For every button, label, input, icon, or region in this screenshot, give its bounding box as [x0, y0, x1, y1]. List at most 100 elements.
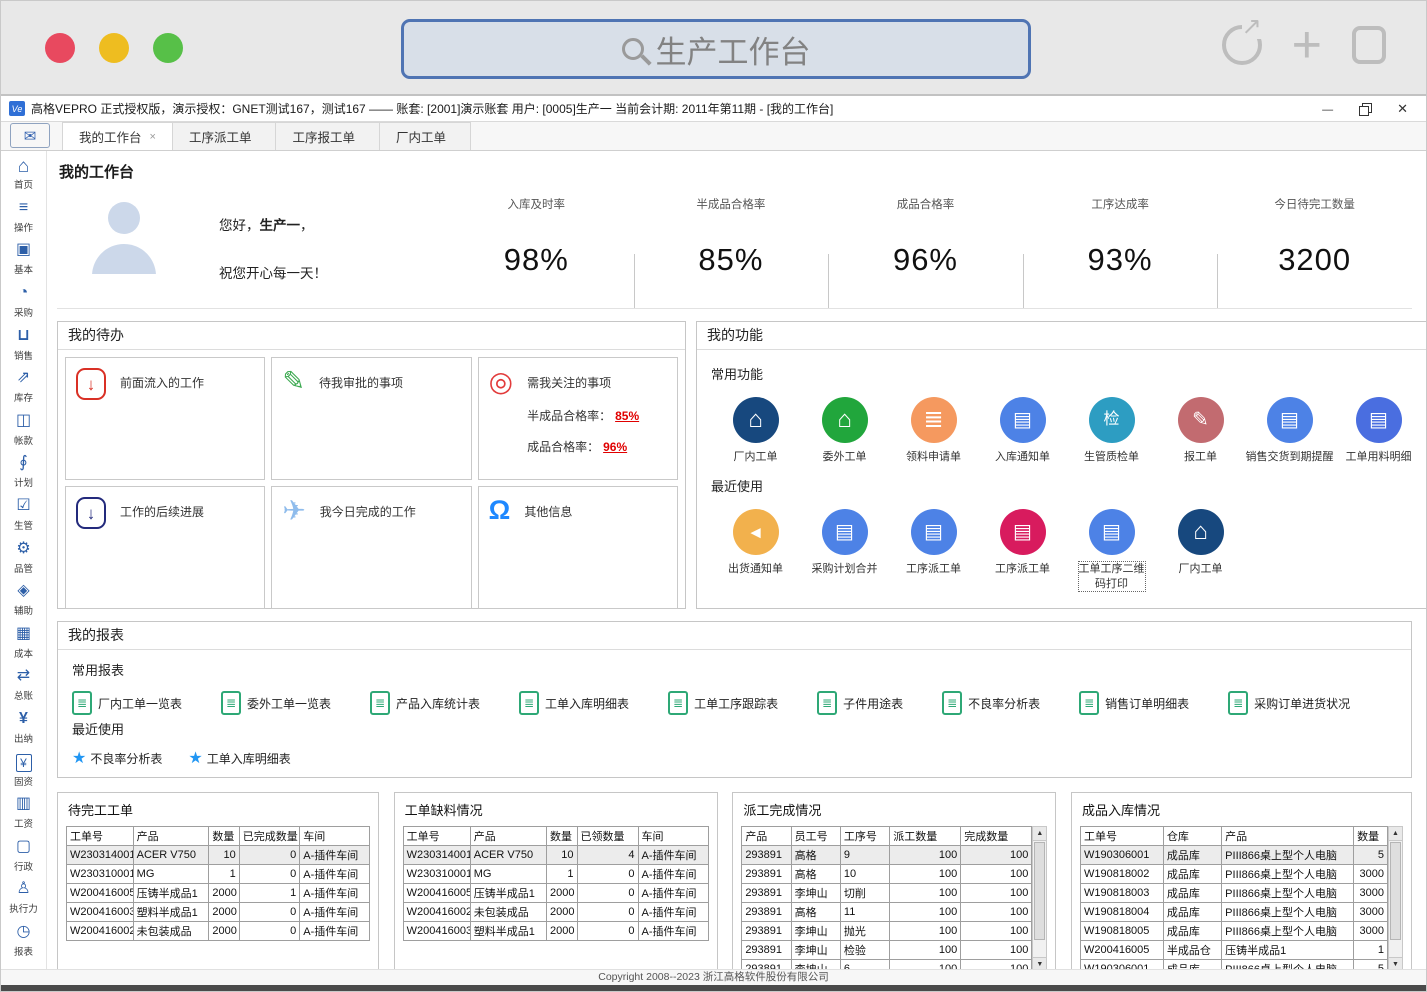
column-header[interactable]: 已领数量	[577, 827, 638, 846]
function-item[interactable]: 工序派工单	[978, 509, 1067, 591]
table-row[interactable]: W230310001MG10A-插件车间	[67, 865, 370, 884]
close-window-button[interactable]	[45, 33, 75, 63]
table-row[interactable]: W200416005压铸半成品120001A-插件车间	[67, 884, 370, 903]
todo-card-other[interactable]: 其他信息	[478, 486, 678, 609]
table-row[interactable]: W190306001成品库PIII866桌上型个人电脑5	[1080, 846, 1387, 865]
zoom-window-button[interactable]	[153, 33, 183, 63]
tab[interactable]: 工序报工单	[276, 122, 380, 150]
table-row[interactable]: 293891李坤山抛光100100	[742, 922, 1032, 941]
table-row[interactable]: W200416003塑料半成品120000A-插件车间	[67, 903, 370, 922]
dispatch-completion-table[interactable]: 产品员工号工序号派工数量完成数量293891高格9100100293891高格1…	[741, 826, 1032, 969]
table-row[interactable]: 293891高格11100100	[742, 903, 1032, 922]
table-row[interactable]: W200416003塑料半成品120000A-插件车间	[403, 922, 708, 941]
column-header[interactable]: 仓库	[1163, 827, 1221, 846]
table-row[interactable]: W200416005半成品仓压铸半成品11	[1080, 941, 1387, 960]
open-external-icon[interactable]	[1222, 25, 1262, 65]
restore-icon[interactable]	[1359, 103, 1371, 115]
function-item[interactable]: 厂内工单	[711, 397, 800, 464]
scroll-up-icon[interactable]: ▲	[1389, 827, 1402, 841]
table-row[interactable]: W200416002未包装成品20000A-插件车间	[403, 903, 708, 922]
column-header[interactable]: 产品	[1222, 827, 1354, 846]
column-header[interactable]: 车间	[638, 827, 708, 846]
report-item[interactable]: 不良率分析表	[942, 691, 1040, 715]
table-row[interactable]: 293891高格9100100	[742, 846, 1032, 865]
column-header[interactable]: 数量	[209, 827, 239, 846]
table-row[interactable]: W190818003成品库PIII866桌上型个人电脑3000	[1080, 884, 1387, 903]
metric-link[interactable]: 96%	[603, 440, 627, 454]
vertical-scrollbar[interactable]: ▲ ▼	[1032, 826, 1047, 969]
table-row[interactable]: W230314001ACER V750100A-插件车间	[67, 846, 370, 865]
function-item[interactable]: 出货通知单	[711, 509, 800, 591]
table-row[interactable]: W190818004成品库PIII866桌上型个人电脑3000	[1080, 903, 1387, 922]
todo-card-approve[interactable]: 待我审批的事项	[271, 357, 471, 480]
new-tab-icon[interactable]	[1292, 25, 1322, 65]
table-row[interactable]: 293891李坤山检验100100	[742, 941, 1032, 960]
table-row[interactable]: W190818002成品库PIII866桌上型个人电脑3000	[1080, 865, 1387, 884]
tab[interactable]: 我的工作台 ×	[62, 122, 173, 150]
material-shortage-table[interactable]: 工单号产品数量已领数量车间W230314001ACER V750104A-插件车…	[403, 826, 709, 941]
sidebar-item[interactable]: 基本	[1, 238, 46, 281]
minimize-icon[interactable]	[1322, 100, 1333, 118]
scrollbar-thumb[interactable]	[1034, 842, 1045, 940]
column-header[interactable]: 数量	[547, 827, 578, 846]
todo-card-focus[interactable]: 需我关注的事项 半成品合格率：85% 成品合格率：96%	[478, 357, 678, 480]
table-row[interactable]: W190306001成品库PIII866桌上型个人电脑5	[1080, 960, 1387, 970]
sidebar-item[interactable]: 执行力	[1, 877, 46, 920]
recent-report-item[interactable]: 不良率分析表	[72, 750, 162, 767]
sidebar-item[interactable]: 首页	[1, 153, 46, 196]
pending-workorders-table[interactable]: 工单号产品数量已完成数量车间W230314001ACER V750100A-插件…	[66, 826, 370, 941]
report-item[interactable]: 厂内工单一览表	[72, 691, 182, 715]
report-item[interactable]: 工单入库明细表	[519, 691, 629, 715]
table-row[interactable]: 293891李坤山切削100100	[742, 884, 1032, 903]
table-row[interactable]: W200416005压铸半成品120000A-插件车间	[403, 884, 708, 903]
recent-report-item[interactable]: 工单入库明细表	[188, 750, 290, 767]
scroll-down-icon[interactable]: ▼	[1033, 957, 1046, 969]
mail-icon[interactable]	[10, 123, 50, 148]
column-header[interactable]: 员工号	[791, 827, 840, 846]
sidebar-item[interactable]: 品管	[1, 536, 46, 579]
function-item[interactable]: 报工单	[1156, 397, 1245, 464]
scrollbar-thumb[interactable]	[1390, 842, 1401, 940]
function-item[interactable]: 厂内工单	[1156, 509, 1245, 591]
report-item[interactable]: 销售订单明细表	[1079, 691, 1189, 715]
function-item[interactable]: 销售交货到期提醒	[1245, 397, 1334, 464]
sidebar-item[interactable]: 操作	[1, 196, 46, 239]
todo-card-progress[interactable]: 工作的后续进展	[65, 486, 265, 609]
function-item[interactable]: 采购计划合并	[800, 509, 889, 591]
sidebar-item[interactable]: 生管	[1, 494, 46, 537]
report-item[interactable]: 产品入库统计表	[370, 691, 480, 715]
report-item[interactable]: 采购订单进货状况	[1228, 691, 1350, 715]
function-item[interactable]: 工序派工单	[889, 509, 978, 591]
todo-card-inflow[interactable]: 前面流入的工作	[65, 357, 265, 480]
column-header[interactable]: 已完成数量	[239, 827, 300, 846]
function-item[interactable]: 领料申请单	[889, 397, 978, 464]
function-item[interactable]: 委外工单	[800, 397, 889, 464]
sidebar-item[interactable]: 成本	[1, 622, 46, 665]
column-header[interactable]: 完成数量	[961, 827, 1032, 846]
function-item[interactable]: 工单工序二维码打印	[1067, 509, 1156, 591]
table-row[interactable]: W230310001MG10A-插件车间	[403, 865, 708, 884]
address-bar[interactable]: 生产工作台	[401, 19, 1031, 79]
tab[interactable]: 厂内工单	[380, 122, 471, 150]
table-row[interactable]: 293891李坤山6100100	[742, 960, 1032, 970]
vertical-scrollbar[interactable]: ▲ ▼	[1388, 826, 1403, 969]
sidebar-item[interactable]: 行政	[1, 835, 46, 878]
sidebar-item[interactable]: 销售	[1, 323, 46, 366]
column-header[interactable]: 工单号	[67, 827, 134, 846]
column-header[interactable]: 派工数量	[890, 827, 961, 846]
report-item[interactable]: 工单工序跟踪表	[668, 691, 778, 715]
sidebar-item[interactable]: 库存	[1, 366, 46, 409]
sidebar-item[interactable]: 帐款	[1, 409, 46, 452]
report-item[interactable]: 子件用途表	[817, 691, 903, 715]
finished-goods-inbound-table[interactable]: 工单号仓库产品数量W190306001成品库PIII866桌上型个人电脑5W19…	[1080, 826, 1388, 969]
sidebar-item[interactable]: 出纳	[1, 707, 46, 750]
column-header[interactable]: 产品	[133, 827, 209, 846]
metric-link[interactable]: 85%	[615, 409, 639, 423]
table-row[interactable]: W190818005成品库PIII866桌上型个人电脑3000	[1080, 922, 1387, 941]
column-header[interactable]: 工序号	[840, 827, 889, 846]
column-header[interactable]: 工单号	[403, 827, 470, 846]
sidebar-item[interactable]: 总账	[1, 664, 46, 707]
column-header[interactable]: 工单号	[1080, 827, 1163, 846]
todo-card-done-today[interactable]: 我今日完成的工作	[271, 486, 471, 609]
sidebar-item[interactable]: 报表	[1, 920, 46, 963]
